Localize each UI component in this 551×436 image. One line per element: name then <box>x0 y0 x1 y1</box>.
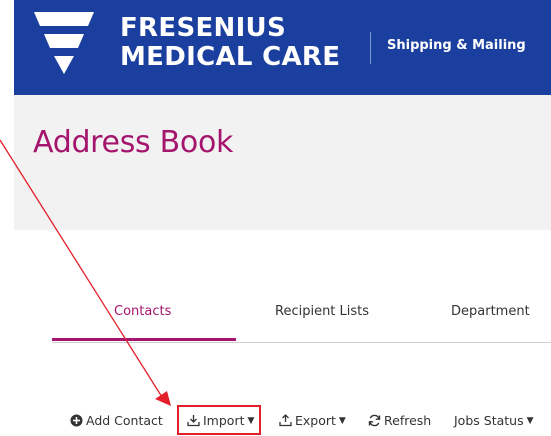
plus-circle-icon <box>70 414 83 427</box>
title-band: Address Book <box>14 95 551 230</box>
upload-icon <box>279 414 292 427</box>
jobs-status-button[interactable]: Jobs Status ▼ <box>454 413 534 428</box>
tab-department[interactable]: Department <box>451 304 530 319</box>
brand-line-2: MEDICAL CARE <box>120 42 341 72</box>
tab-contacts[interactable]: Contacts <box>114 304 171 319</box>
page-title: Address Book <box>33 125 234 160</box>
tab-recipient-lists[interactable]: Recipient Lists <box>275 304 369 319</box>
brand-line-1: FRESENIUS <box>120 13 286 43</box>
refresh-label: Refresh <box>384 413 432 428</box>
refresh-icon <box>368 414 381 427</box>
brand-wordmark: FRESENIUS MEDICAL CARE <box>120 14 340 72</box>
active-tab-indicator <box>52 338 236 341</box>
header-divider <box>370 32 371 64</box>
export-button[interactable]: Export ▼ <box>279 413 346 428</box>
add-contact-button[interactable]: Add Contact <box>70 413 163 428</box>
chevron-down-icon: ▼ <box>338 415 346 426</box>
jobs-status-label: Jobs Status <box>454 413 524 428</box>
refresh-button[interactable]: Refresh <box>368 413 431 428</box>
import-highlight-box <box>177 405 261 435</box>
toolbar: Add Contact Import ▼ Export ▼ Refresh Jo… <box>0 405 551 436</box>
chevron-down-icon: ▼ <box>526 415 534 426</box>
add-contact-label: Add Contact <box>86 413 163 428</box>
nav-shipping-mailing[interactable]: Shipping & Mailing <box>387 38 526 53</box>
fresenius-logo-icon <box>34 12 94 74</box>
tab-bar: Contacts Recipient Lists Department <box>52 300 551 343</box>
app-header: FRESENIUS MEDICAL CARE Shipping & Mailin… <box>14 0 551 95</box>
export-label: Export <box>295 413 336 428</box>
